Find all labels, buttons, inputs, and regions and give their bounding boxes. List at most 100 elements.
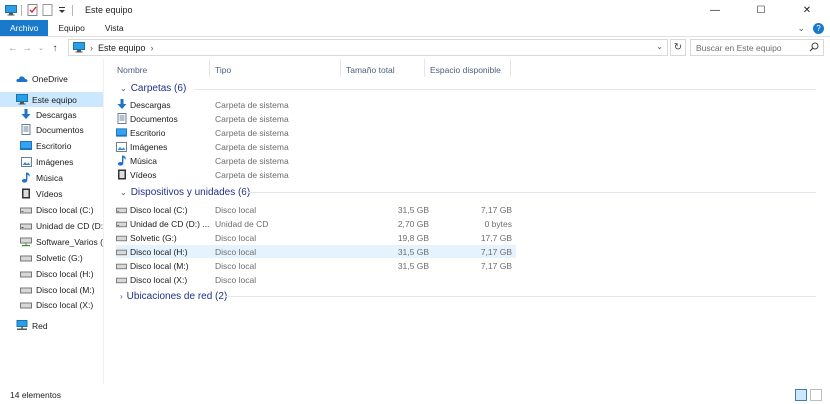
list-item[interactable]: Escritorio Carpeta de sistema xyxy=(116,126,516,139)
quick-access-toolbar: Este equipo xyxy=(5,0,133,20)
sidebar-item-label: Descargas xyxy=(36,109,77,120)
table-row[interactable]: Disco local (M:) Disco local 31,5 GB 7,1… xyxy=(116,259,516,272)
item-name: Vídeos xyxy=(130,169,157,180)
close-button[interactable]: ✕ xyxy=(784,0,830,20)
window-title: Este equipo xyxy=(85,5,133,15)
large-icons-view-icon[interactable] xyxy=(810,389,822,401)
list-item[interactable]: Descargas Carpeta de sistema xyxy=(116,98,516,111)
expand-chevron-icon[interactable]: › xyxy=(120,292,123,301)
item-name: Disco local (C:) xyxy=(130,204,188,215)
details-view-icon[interactable] xyxy=(795,389,807,401)
list-item[interactable]: Vídeos Carpeta de sistema xyxy=(116,168,516,181)
item-name: Disco local (X:) xyxy=(130,274,188,285)
drive-icon xyxy=(116,246,127,257)
up-arrow-icon[interactable]: ↑ xyxy=(48,40,62,56)
sidebar-item-red[interactable]: Red xyxy=(0,318,103,333)
column-header-tamano-total[interactable]: Tamaño total xyxy=(346,62,395,78)
picture-icon xyxy=(116,141,127,152)
item-type: Carpeta de sistema xyxy=(215,169,289,180)
sidebar-item-label: Disco local (M:) xyxy=(36,284,95,295)
drive-icon xyxy=(20,268,32,280)
item-free-space: 0 bytes xyxy=(484,218,512,229)
item-total-size: 31,5 GB xyxy=(397,204,429,215)
item-name: Disco local (M:) xyxy=(130,260,189,271)
drive-icon xyxy=(20,220,32,232)
table-row[interactable]: Disco local (H:) Disco local 31,5 GB 7,1… xyxy=(116,245,516,258)
column-header-espacio-disponible[interactable]: Espacio disponible xyxy=(430,62,501,78)
customize-toolbar-icon[interactable] xyxy=(56,4,68,16)
item-type: Carpeta de sistema xyxy=(215,155,289,166)
group-header-carpetas[interactable]: ⌄ Carpetas (6) xyxy=(120,81,186,95)
address-dropdown-icon[interactable]: ⌄ xyxy=(656,42,663,51)
minimize-button[interactable]: — xyxy=(692,0,738,20)
item-total-size: 31,5 GB xyxy=(397,246,429,257)
column-header-nombre[interactable]: Nombre xyxy=(117,62,147,78)
desktop-icon xyxy=(116,127,127,138)
sidebar-item-documentos[interactable]: Documentos xyxy=(0,122,103,137)
tab-archivo[interactable]: Archivo xyxy=(0,20,49,36)
table-row[interactable]: Disco local (C:) Disco local 31,5 GB 7,1… xyxy=(116,203,516,216)
breadcrumb-chevron-icon[interactable]: › xyxy=(151,43,154,53)
item-type: Unidad de CD xyxy=(215,218,269,229)
group-header-ubicaciones-red[interactable]: › Ubicaciones de red (2) xyxy=(120,289,227,303)
sidebar-item-disco-m[interactable]: Disco local (M:) xyxy=(0,282,103,297)
maximize-button[interactable]: ☐ xyxy=(738,0,784,20)
sidebar-item-disco-c[interactable]: Disco local (C:) xyxy=(0,202,103,217)
sidebar-item-unidad-cd[interactable]: Unidad de CD (D:) C xyxy=(0,218,103,233)
tab-equipo[interactable]: Equipo xyxy=(48,20,94,36)
expand-ribbon-icon[interactable]: ⌄ xyxy=(797,23,805,34)
properties-icon[interactable] xyxy=(26,4,38,16)
network-icon xyxy=(16,320,28,332)
search-input[interactable]: Buscar en Este equipo xyxy=(690,39,824,56)
drive-icon xyxy=(116,232,127,243)
sidebar-item-onedrive[interactable]: OneDrive xyxy=(0,71,103,86)
table-row[interactable]: Disco local (X:) Disco local xyxy=(116,273,516,286)
item-free-space: 7,17 GB xyxy=(480,260,512,271)
sidebar-item-disco-x[interactable]: Disco local (X:) xyxy=(0,297,103,312)
search-placeholder: Buscar en Este equipo xyxy=(696,42,782,53)
refresh-button[interactable]: ↻ xyxy=(670,39,686,56)
sidebar-item-label: Red xyxy=(32,320,48,331)
title-bar: Este equipo — ☐ ✕ xyxy=(0,0,830,20)
table-row[interactable]: Solvetic (G:) Disco local 19,8 GB 17,7 G… xyxy=(116,231,516,244)
video-icon xyxy=(20,188,32,200)
computer-icon[interactable] xyxy=(5,4,17,16)
sidebar-item-musica[interactable]: Música xyxy=(0,170,103,185)
sidebar-item-label: Escritorio xyxy=(36,140,72,151)
list-item[interactable]: Documentos Carpeta de sistema xyxy=(116,112,516,125)
sidebar-item-label: Unidad de CD (D:) C xyxy=(36,220,103,231)
collapse-chevron-icon[interactable]: ⌄ xyxy=(120,84,127,93)
drive-icon xyxy=(20,284,32,296)
column-header-tipo[interactable]: Tipo xyxy=(215,62,231,78)
collapse-chevron-icon[interactable]: ⌄ xyxy=(120,188,127,197)
group-title: Carpetas (6) xyxy=(130,82,187,94)
sidebar-item-descargas[interactable]: Descargas xyxy=(0,107,103,122)
table-row[interactable]: Unidad de CD (D:) ... Unidad de CD 2,70 … xyxy=(116,217,516,230)
tab-vista[interactable]: Vista xyxy=(95,20,134,36)
group-header-dispositivos[interactable]: ⌄ Dispositivos y unidades (6) xyxy=(120,185,250,199)
sidebar-item-label: Disco local (H:) xyxy=(36,268,94,279)
sidebar-item-este-equipo[interactable]: Este equipo xyxy=(0,92,103,107)
status-bar: 14 elementos xyxy=(0,386,830,404)
drive-icon xyxy=(20,252,32,264)
list-item[interactable]: Imágenes Carpeta de sistema xyxy=(116,140,516,153)
sidebar-item-label: Disco local (X:) xyxy=(36,299,94,310)
sidebar-item-imagenes[interactable]: Imágenes xyxy=(0,154,103,169)
recent-locations-icon[interactable]: ⌄ xyxy=(34,40,48,56)
forward-arrow-icon[interactable]: → xyxy=(20,40,34,56)
sidebar-item-software-varios[interactable]: Software_Varios (\\v xyxy=(0,234,103,249)
breadcrumb-separator: › xyxy=(90,42,93,53)
back-arrow-icon[interactable]: ← xyxy=(6,40,20,56)
drive-icon xyxy=(116,274,127,285)
sidebar-item-disco-h[interactable]: Disco local (H:) xyxy=(0,266,103,281)
breadcrumb-este-equipo[interactable]: Este equipo xyxy=(98,43,146,53)
sidebar-item-escritorio[interactable]: Escritorio xyxy=(0,138,103,153)
navigation-pane: OneDrive Este equipo Descargas Documento… xyxy=(0,59,104,384)
sidebar-item-videos[interactable]: Vídeos xyxy=(0,186,103,201)
new-folder-icon[interactable] xyxy=(41,4,53,16)
list-item[interactable]: Música Carpeta de sistema xyxy=(116,154,516,167)
address-bar[interactable]: › Este equipo › ⌄ xyxy=(68,39,668,56)
drive-icon xyxy=(20,204,32,216)
sidebar-item-solvetic[interactable]: Solvetic (G:) xyxy=(0,250,103,265)
help-icon[interactable]: ? xyxy=(813,23,824,34)
